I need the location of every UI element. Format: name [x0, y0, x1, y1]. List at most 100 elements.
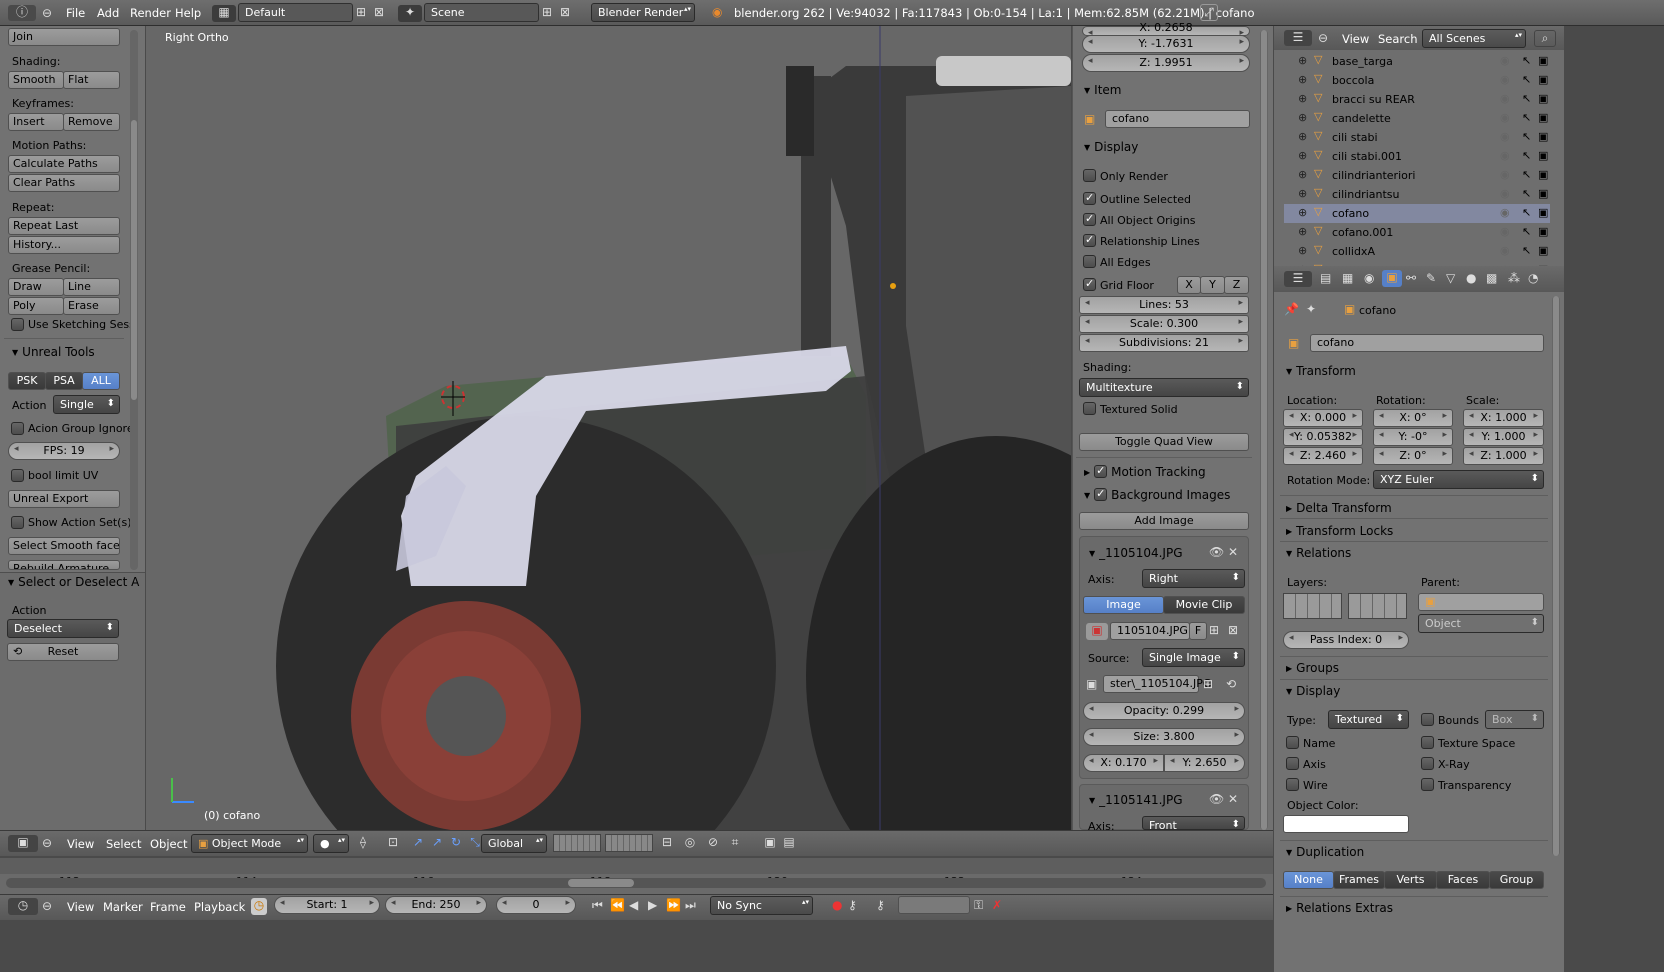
play-reverse-icon[interactable]: ◀: [629, 898, 638, 912]
renderable-camera-icon[interactable]: ▣: [1538, 73, 1548, 86]
manipulator-move-icon[interactable]: ↗: [428, 835, 446, 849]
outliner-row[interactable]: ⊕ ▽ cili stabi.001 ◉ ↖ ▣: [1284, 147, 1550, 166]
item-name-field[interactable]: cofano: [1105, 110, 1250, 128]
scale-x-field[interactable]: X: 1.000: [1463, 409, 1544, 427]
bg1-filepath-field[interactable]: ster\_1105104.JPG: [1103, 675, 1211, 693]
calculate-paths-button[interactable]: Calculate Paths: [8, 155, 120, 173]
scene-layers-a-grid[interactable]: [553, 834, 601, 852]
expand-icon[interactable]: ⊕: [1298, 206, 1307, 219]
expand-icon[interactable]: ⊕: [1298, 130, 1307, 143]
rotation-x-field[interactable]: X: 0°: [1373, 409, 1453, 427]
selectable-cursor-icon[interactable]: ↖: [1522, 54, 1531, 67]
editor-type-icon[interactable]: ▣: [8, 835, 38, 852]
modifiers-context-icon[interactable]: ✎: [1426, 271, 1436, 285]
grid-scale-field[interactable]: Scale: 0.300: [1079, 315, 1249, 333]
layers-grid-b[interactable]: [1348, 593, 1407, 619]
close-icon[interactable]: ✕: [1228, 792, 1238, 806]
outliner-item-label[interactable]: cofano.001: [1332, 226, 1393, 239]
selectable-cursor-icon[interactable]: ↖: [1522, 206, 1531, 219]
snap-element-icon[interactable]: ⌗: [727, 835, 743, 849]
visibility-eye-icon[interactable]: ◉: [1500, 130, 1510, 143]
location-x-field[interactable]: X: 0.000: [1283, 409, 1363, 427]
scale-z-field[interactable]: Z: 1.000: [1463, 447, 1544, 465]
all-edges-checkbox[interactable]: [1083, 255, 1096, 268]
bool-limit-uv-checkbox[interactable]: [11, 469, 24, 482]
motion-tracking-checkbox[interactable]: [1094, 464, 1108, 478]
visibility-eye-icon[interactable]: ◉: [1500, 244, 1510, 257]
pivot-icon[interactable]: ⟠: [353, 835, 373, 849]
object-name-field[interactable]: cofano: [1310, 334, 1544, 352]
outliner-editor-icon[interactable]: ☰: [1284, 30, 1312, 46]
scene-layers-b-grid[interactable]: [605, 834, 653, 852]
gp-line-button[interactable]: Line: [63, 278, 120, 296]
outliner-row[interactable]: ⊕ ▽ boccola ◉ ↖ ▣: [1284, 71, 1550, 90]
menu-help[interactable]: Help: [175, 6, 201, 20]
display-header[interactable]: Display: [1286, 684, 1340, 698]
jump-start-icon[interactable]: ⏮: [592, 898, 603, 912]
timeline-scrollbar[interactable]: [6, 878, 1266, 888]
fake-user-button[interactable]: F: [1189, 622, 1207, 640]
keying-icon[interactable]: ⚷: [848, 898, 857, 912]
psa-button[interactable]: PSA: [45, 372, 83, 390]
background-images-header[interactable]: Background Images: [1084, 486, 1230, 502]
wire-checkbox[interactable]: [1286, 778, 1299, 791]
material-context-icon[interactable]: ●: [1466, 271, 1476, 285]
expand-icon[interactable]: ⊕: [1298, 73, 1307, 86]
motion-tracking-header[interactable]: Motion Tracking: [1084, 463, 1206, 479]
add-scene-icon[interactable]: ⊞: [542, 5, 552, 19]
expand-icon[interactable]: ⊕: [1298, 225, 1307, 238]
outliner-item-label[interactable]: cofano: [1332, 207, 1369, 220]
outline-selected-checkbox[interactable]: [1083, 191, 1096, 205]
action-dropdown[interactable]: Single: [53, 395, 120, 414]
renderable-camera-icon[interactable]: ▣: [1538, 225, 1548, 238]
end-frame-field[interactable]: End: 250: [385, 896, 487, 914]
viewport-shading-dropdown[interactable]: ●: [313, 834, 349, 853]
n-panel-scrollbar[interactable]: [1260, 30, 1268, 830]
acion-group-ignore-checkbox[interactable]: [11, 422, 24, 435]
outliner-row[interactable]: ⊕ ▽ base_targa ◉ ↖ ▣: [1284, 52, 1550, 71]
render-context-icon[interactable]: ▤: [1320, 271, 1331, 285]
source-dropdown[interactable]: Single Image: [1142, 648, 1245, 667]
offset-y-field[interactable]: Y: 2.650: [1164, 754, 1245, 772]
reset-button[interactable]: ⟲ Reset: [7, 643, 119, 661]
sync-mode-dropdown[interactable]: No Sync: [710, 896, 813, 915]
layers-grid-a[interactable]: [1283, 593, 1342, 619]
bounds-type-dropdown[interactable]: Box: [1485, 710, 1544, 729]
eye-icon[interactable]: 👁: [1209, 792, 1224, 806]
outliner-item-label[interactable]: boccola: [1332, 74, 1374, 87]
timeline-menu-marker[interactable]: Marker: [103, 900, 143, 914]
visibility-eye-icon[interactable]: ◉: [1500, 73, 1510, 86]
relationship-lines-checkbox[interactable]: [1083, 233, 1096, 247]
constraints-context-icon[interactable]: ⚯: [1406, 271, 1416, 285]
outliner-row[interactable]: ⊕ ▽ cili stabi ◉ ↖ ▣: [1284, 128, 1550, 147]
outliner-row[interactable]: ⊕ ▽ cofano.001 ◉ ↖ ▣: [1284, 223, 1550, 242]
select-smooth-faces-button[interactable]: Select Smooth faces: [8, 537, 120, 555]
texture-context-icon[interactable]: ▩: [1486, 271, 1497, 285]
delete-screen-icon[interactable]: ⊠: [374, 5, 384, 19]
rotation-z-field[interactable]: Z: 0°: [1373, 447, 1453, 465]
scale-y-field[interactable]: Y: 1.000: [1463, 428, 1544, 446]
select-deselect-header[interactable]: Select or Deselect A: [8, 575, 139, 589]
mode-dropdown[interactable]: ▣ Object Mode: [191, 834, 308, 853]
selectable-cursor-icon[interactable]: ↖: [1522, 111, 1531, 124]
unreal-tools-panel-header[interactable]: Unreal Tools: [12, 345, 95, 359]
renderable-camera-icon[interactable]: ▣: [1538, 244, 1548, 257]
outliner-row[interactable]: ⊕ ▽ cilindriantsu ◉ ↖ ▣: [1284, 185, 1550, 204]
relations-header[interactable]: Relations: [1286, 546, 1351, 560]
orientation-dropdown[interactable]: Global: [481, 834, 547, 853]
dup-group-button[interactable]: Group: [1489, 871, 1544, 889]
outliner-menu-view[interactable]: View: [1342, 32, 1369, 46]
add-screen-icon[interactable]: ⊞: [356, 5, 366, 19]
grid-axis-x-toggle[interactable]: X: [1177, 276, 1201, 294]
prev-keyframe-icon[interactable]: ⏪: [610, 898, 625, 912]
record-icon[interactable]: ●: [832, 898, 842, 912]
location-y-field[interactable]: Y: 0.05382: [1283, 428, 1363, 446]
offset-x-field[interactable]: X: 0.170: [1083, 754, 1164, 772]
shading-dropdown[interactable]: Multitexture: [1079, 378, 1249, 397]
unreal-export-button[interactable]: Unreal Export: [8, 490, 120, 508]
axis-checkbox[interactable]: [1286, 757, 1299, 770]
selectable-cursor-icon[interactable]: ↖: [1522, 244, 1531, 257]
selectable-cursor-icon[interactable]: ↖: [1522, 187, 1531, 200]
render-opengl-icon[interactable]: ▣: [762, 835, 778, 849]
visibility-eye-icon[interactable]: ◉: [1500, 168, 1510, 181]
